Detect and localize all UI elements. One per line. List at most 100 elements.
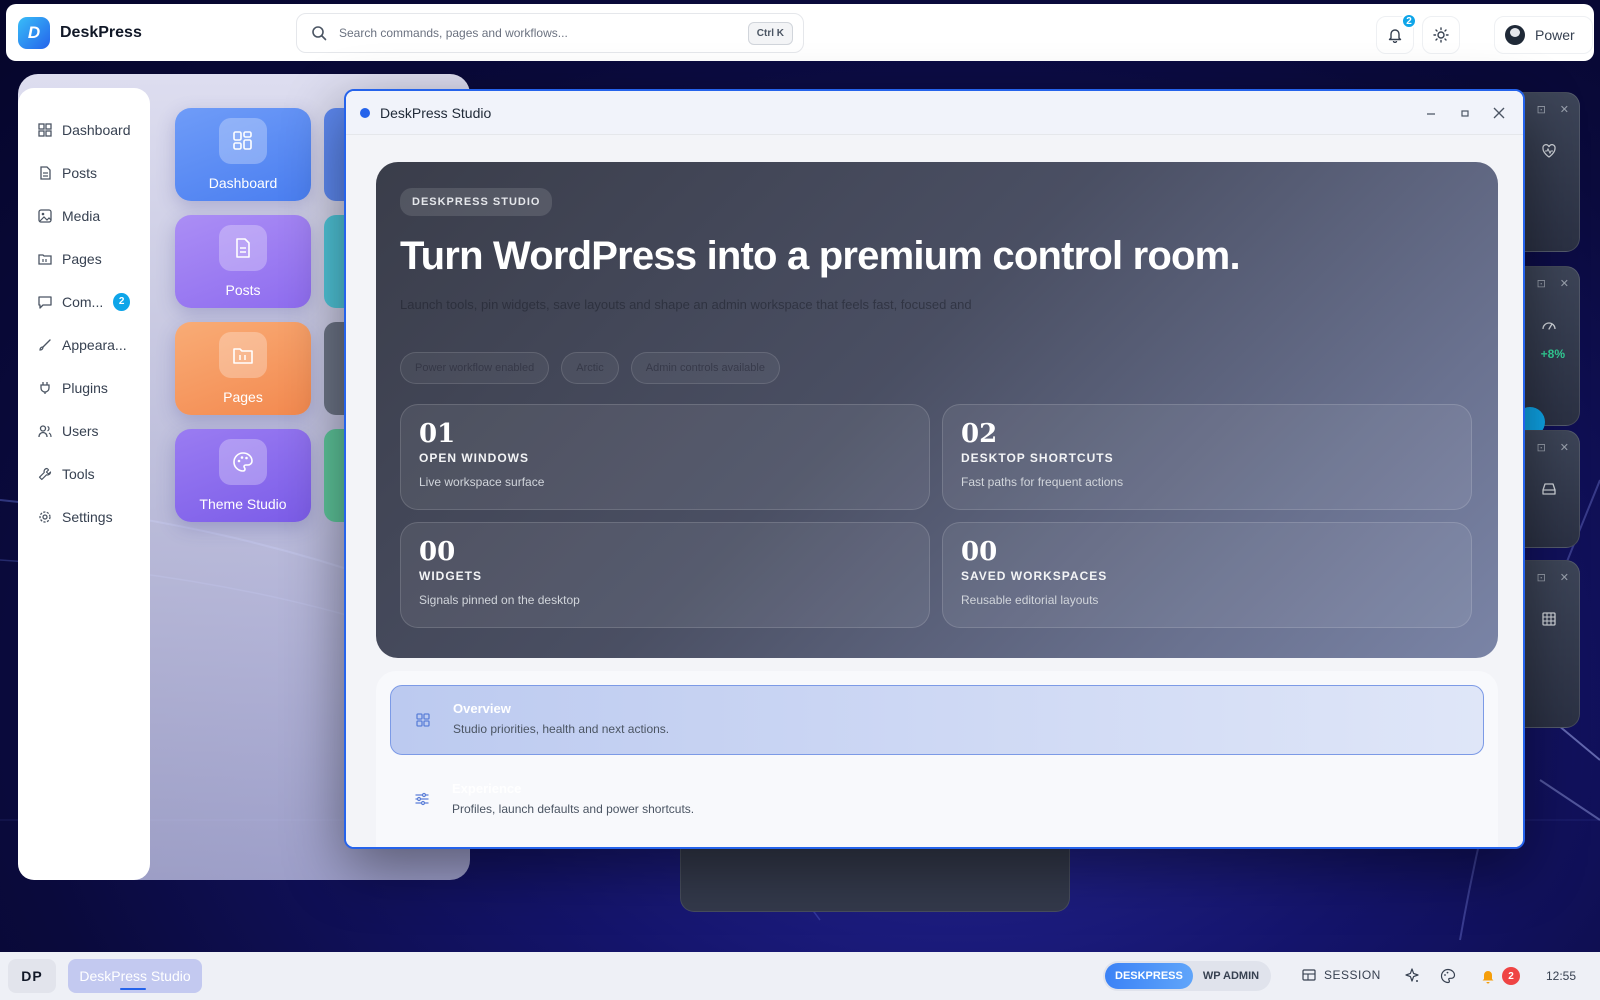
sidebar-item-tools[interactable]: Tools [18, 452, 150, 495]
nav-item-overview[interactable]: Overview Studio priorities, health and n… [390, 685, 1484, 755]
sidebar-item-pages[interactable]: Pages [18, 237, 150, 280]
close-button[interactable] [1487, 101, 1511, 125]
sidebar-item-label: Com... [62, 293, 104, 310]
search-input[interactable] [339, 26, 748, 40]
app-tile-peek[interactable] [324, 322, 344, 415]
app-tile-label: Theme Studio [199, 496, 287, 512]
layout-icon [1302, 969, 1316, 981]
studio-window: DeskPress Studio DESKPRESS STUDIO Turn W… [344, 89, 1525, 849]
studio-titlebar[interactable]: DeskPress Studio [346, 91, 1523, 135]
power-button[interactable]: Power [1494, 16, 1593, 54]
performance-delta: +8% [1540, 347, 1565, 361]
sidebar-item-appearance[interactable]: Appeara... [18, 323, 150, 366]
mode-switch: DESKPRESS WP ADMIN [1103, 961, 1272, 991]
widget-controls: ⊡ ✕ [1537, 277, 1569, 290]
app-tile-peek[interactable] [324, 108, 344, 201]
notifications-button[interactable]: 2 [1376, 13, 1417, 54]
stat-label: WIDGETS [419, 569, 482, 583]
sidebar-item-dashboard[interactable]: Dashboard [18, 108, 150, 151]
chip-admin-controls: Admin controls available [630, 352, 780, 384]
bell-icon[interactable] [1480, 968, 1496, 984]
app-tile-posts[interactable]: Posts [175, 215, 311, 308]
mode-wp-admin[interactable]: WP ADMIN [1193, 963, 1269, 989]
app-tile-pages[interactable]: Pages [175, 322, 311, 415]
app-tile-dashboard[interactable]: Dashboard [175, 108, 311, 201]
sidebar-item-settings[interactable]: Settings [18, 495, 150, 538]
search-shortcut: Ctrl K [747, 21, 793, 45]
taskbar-item-deskpress-studio[interactable]: DeskPress Studio [68, 959, 202, 993]
start-button[interactable]: DP [8, 959, 56, 993]
chip-power-workflow: Power workflow enabled [400, 352, 550, 384]
clock: 12:55 [1546, 969, 1577, 983]
stat-widgets: 00 WIDGETS Signals pinned on the desktop [400, 522, 930, 628]
studio-body: DESKPRESS STUDIO Turn WordPress into a p… [346, 135, 1523, 847]
sidebar-item-label: Posts [62, 164, 98, 181]
stat-number: 00 [419, 537, 456, 567]
app-tile-peek[interactable] [324, 215, 344, 308]
nav-title: Overview [453, 700, 511, 716]
maximize-icon [1461, 110, 1469, 117]
sidebar-item-comments[interactable]: Com... 2 [18, 280, 150, 323]
appearance-icon [39, 338, 51, 351]
nav-description: Profiles, launch defaults and power shor… [452, 801, 695, 816]
session-button[interactable]: SESSION [1302, 968, 1381, 982]
nav-title: Experience [452, 780, 522, 796]
dashboard-icon [219, 118, 267, 164]
heart-pulse-icon [1542, 144, 1556, 158]
users-icon [38, 424, 52, 437]
close-icon[interactable]: ✕ [1560, 277, 1569, 290]
app-tile-label: Pages [223, 389, 263, 405]
media-icon [38, 208, 52, 223]
sidebar-item-label: Appeara... [62, 336, 127, 353]
sidebar-item-plugins[interactable]: Plugins [18, 366, 150, 409]
search-bar[interactable]: Ctrl K [296, 13, 804, 53]
pin-icon[interactable]: ⊡ [1537, 441, 1546, 454]
brand-name: DeskPress [60, 24, 142, 41]
sidebar-item-label: Media [62, 207, 101, 224]
palette-icon[interactable] [1440, 968, 1456, 984]
sun-icon [1433, 27, 1449, 43]
pin-icon[interactable]: ⊡ [1537, 571, 1546, 584]
pin-icon[interactable]: ⊡ [1537, 103, 1546, 116]
posts-icon [40, 165, 51, 180]
stat-label: DESKTOP SHORTCUTS [961, 451, 1114, 465]
stat-description: Fast paths for frequent actions [961, 475, 1124, 489]
session-label: SESSION [1324, 968, 1381, 982]
close-icon[interactable]: ✕ [1560, 441, 1569, 454]
pages-icon [38, 253, 52, 265]
widget-controls: ⊡ ✕ [1537, 103, 1569, 116]
window-title: DeskPress Studio [380, 104, 492, 121]
tools-icon [38, 467, 52, 480]
admin-sidebar: Dashboard Posts Media Pages Com... 2 App… [18, 88, 150, 880]
close-icon[interactable]: ✕ [1560, 571, 1569, 584]
mode-deskpress[interactable]: DESKPRESS [1105, 963, 1193, 989]
comments-badge: 2 [113, 292, 130, 311]
bell-icon [1388, 29, 1402, 43]
sidebar-item-label: Plugins [62, 379, 108, 396]
sidebar-item-users[interactable]: Users [18, 409, 150, 452]
app-tile-theme-studio[interactable]: Theme Studio [175, 429, 311, 522]
maximize-button[interactable] [1453, 101, 1477, 125]
avatar [1505, 25, 1525, 45]
theme-toggle-button[interactable] [1422, 16, 1460, 54]
nav-description: Studio priorities, health and next actio… [453, 721, 670, 736]
close-icon[interactable]: ✕ [1560, 103, 1569, 116]
app-tile-peek[interactable] [324, 429, 344, 522]
brand[interactable]: D DeskPress [18, 17, 142, 49]
sidebar-item-media[interactable]: Media [18, 194, 150, 237]
stat-label: OPEN WINDOWS [419, 451, 529, 465]
settings-icon [39, 510, 51, 523]
nav-item-experience[interactable]: Experience Profiles, launch defaults and… [390, 765, 1484, 835]
hero-eyebrow: DESKPRESS STUDIO [400, 188, 553, 216]
sliders-icon [415, 792, 429, 806]
sparkle-icon[interactable] [1404, 968, 1420, 984]
stat-number: 01 [419, 419, 456, 449]
minimize-icon [1427, 113, 1435, 115]
pin-icon[interactable]: ⊡ [1537, 277, 1546, 290]
sidebar-item-posts[interactable]: Posts [18, 151, 150, 194]
stat-description: Reusable editorial layouts [961, 593, 1099, 607]
minimize-button[interactable] [1419, 101, 1443, 125]
grid-icon [416, 713, 430, 727]
top-bar: D DeskPress Ctrl K 2 Power [6, 4, 1594, 61]
taskbar: DP DeskPress Studio DESKPRESS WP ADMIN S… [0, 952, 1600, 1000]
